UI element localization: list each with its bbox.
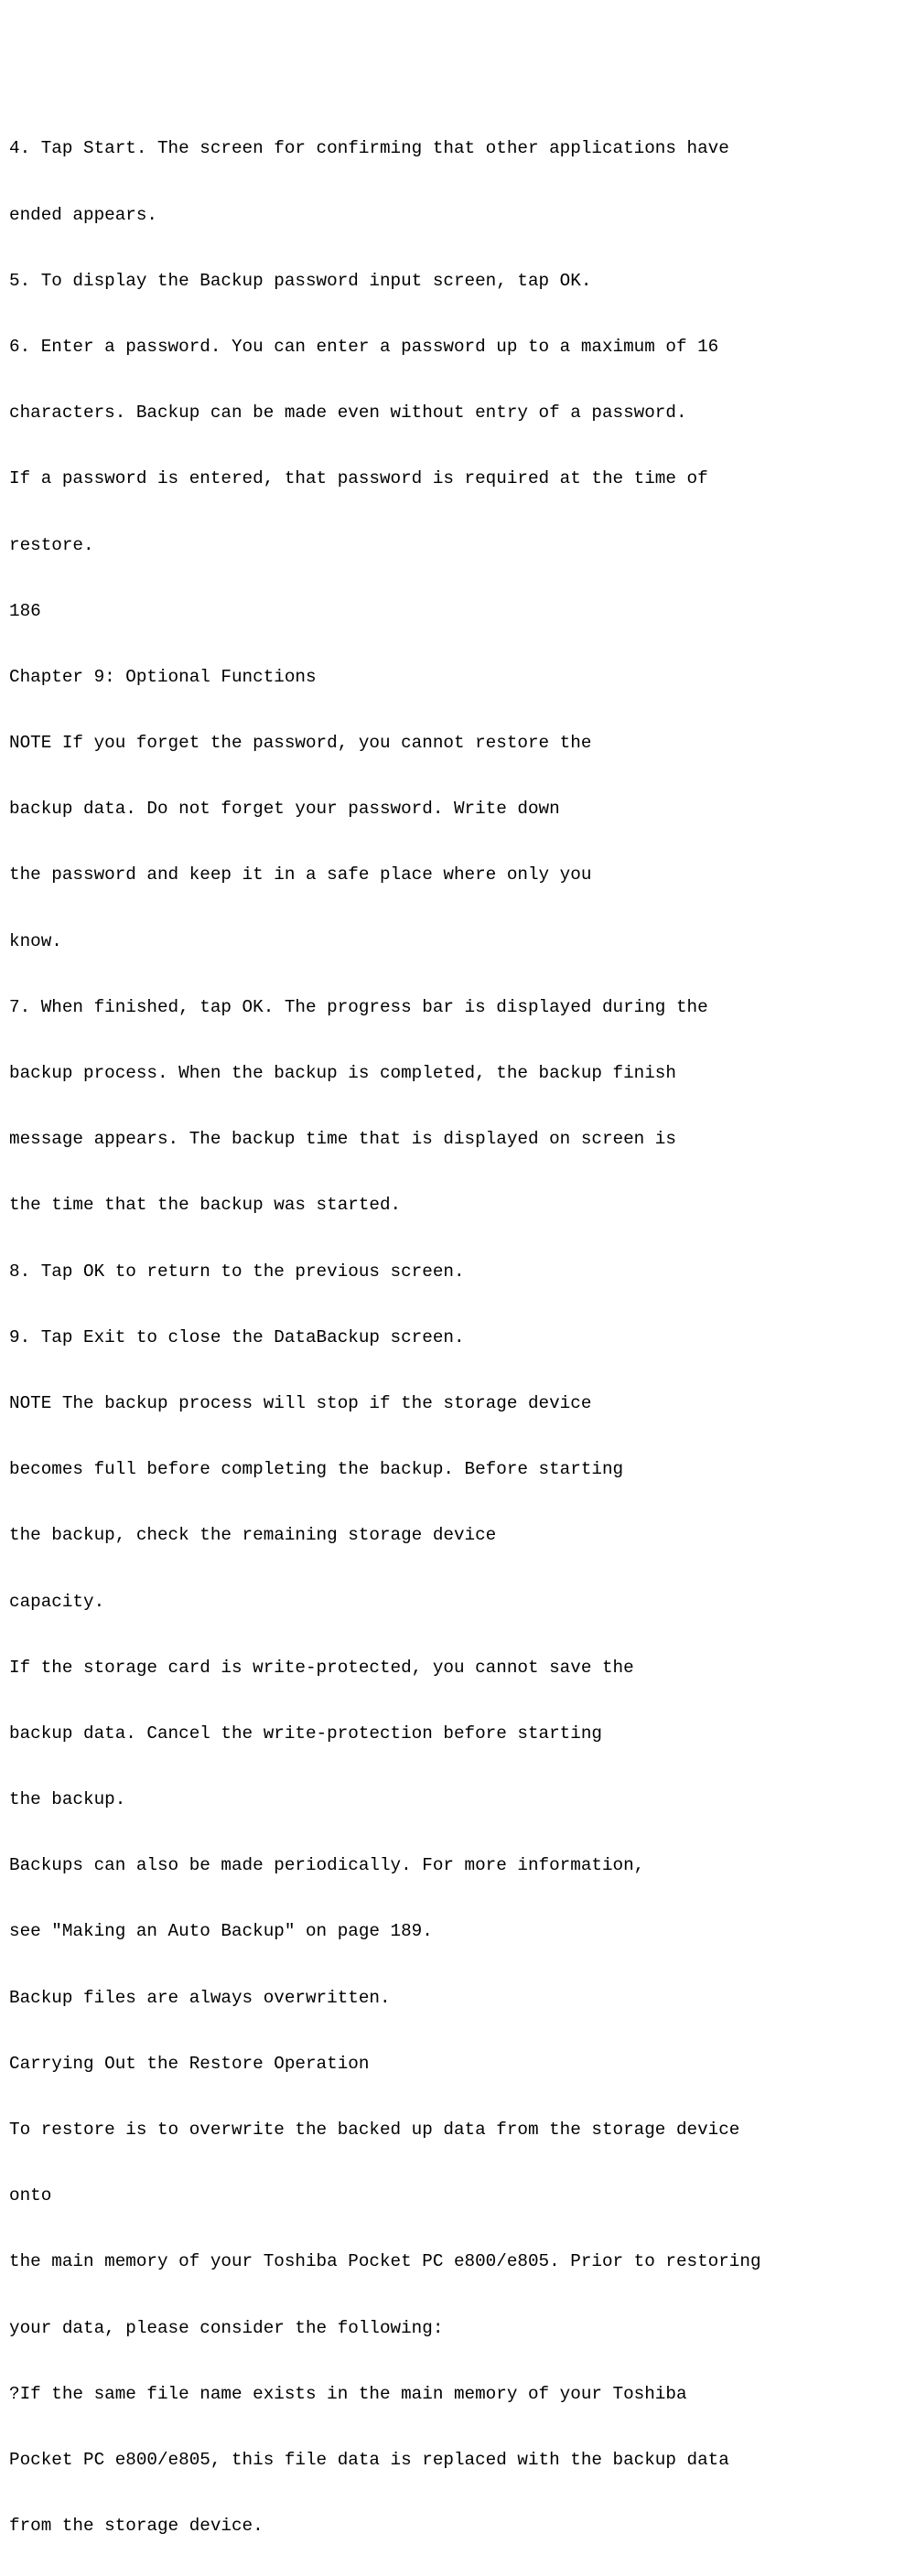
text-line: your data, please consider the following…: [9, 2312, 907, 2345]
note-line: NOTE If you forget the password, you can…: [9, 726, 907, 759]
text-line: restore.: [9, 529, 907, 562]
text-line: see "Making an Auto Backup" on page 189.: [9, 1915, 907, 1948]
text-line: backup process. When the backup is compl…: [9, 1057, 907, 1089]
note-line: the password and keep it in a safe place…: [9, 858, 907, 891]
text-line: If the storage card is write-protected, …: [9, 1651, 907, 1684]
text-line: onto: [9, 2179, 907, 2212]
text-line: characters. Backup can be made even with…: [9, 396, 907, 429]
note-line: know.: [9, 925, 907, 958]
text-line: 9. Tap Exit to close the DataBackup scre…: [9, 1321, 907, 1354]
text-line: the main memory of your Toshiba Pocket P…: [9, 2245, 907, 2278]
text-line: 6. Enter a password. You can enter a pas…: [9, 330, 907, 363]
text-line: If a password is entered, that password …: [9, 462, 907, 495]
chapter-title: Chapter 9: Optional Functions: [9, 660, 907, 693]
text-line: the time that the backup was started.: [9, 1188, 907, 1221]
text-line: Pocket PC e800/e805, this file data is r…: [9, 2443, 907, 2476]
text-line: Backups can also be made periodically. F…: [9, 1849, 907, 1882]
text-line: Backup files are always overwritten.: [9, 1981, 907, 2014]
text-line: 8. Tap OK to return to the previous scre…: [9, 1255, 907, 1288]
note-line: backup data. Do not forget your password…: [9, 792, 907, 825]
text-line: 7. When finished, tap OK. The progress b…: [9, 991, 907, 1024]
text-line: ?If the same file name exists in the mai…: [9, 2377, 907, 2410]
text-line: ended appears.: [9, 199, 907, 231]
text-line: message appears. The backup time that is…: [9, 1122, 907, 1155]
note-line: NOTE The backup process will stop if the…: [9, 1387, 907, 1420]
text-line: 5. To display the Backup password input …: [9, 264, 907, 297]
text-line: 4. Tap Start. The screen for confirming …: [9, 132, 907, 165]
text-line: from the storage device.: [9, 2509, 907, 2542]
text-line: the backup.: [9, 1783, 907, 1816]
text-line: backup data. Cancel the write-protection…: [9, 1717, 907, 1750]
note-line: becomes full before completing the backu…: [9, 1453, 907, 1486]
section-heading: Carrying Out the Restore Operation: [9, 2047, 907, 2080]
text-line: To restore is to overwrite the backed up…: [9, 2113, 907, 2146]
note-line: the backup, check the remaining storage …: [9, 1519, 907, 1551]
page-number: 186: [9, 595, 907, 628]
text-line: ?If files exist in the main memory but n…: [9, 2575, 907, 2576]
note-line: capacity.: [9, 1585, 907, 1618]
